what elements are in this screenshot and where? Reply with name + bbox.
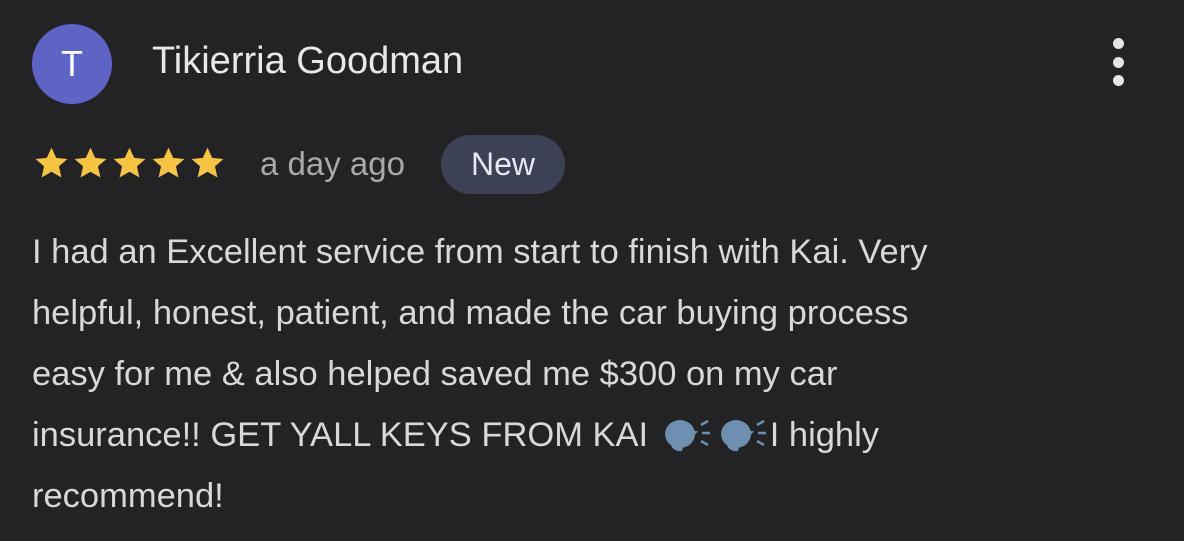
review-timestamp: a day ago xyxy=(260,145,405,182)
star-icon xyxy=(110,144,149,183)
review-text-line: helpful, honest, patient, and made the c… xyxy=(32,294,909,332)
review-text: I had an Excellent service from start to… xyxy=(32,222,1152,527)
reviewer-name[interactable]: Tikierria Goodman xyxy=(152,37,463,85)
review-card: T Tikierria Goodman a day ago New I had … xyxy=(0,0,1184,541)
star-icon xyxy=(32,144,71,183)
more-vert-icon xyxy=(1112,38,1124,49)
star-icon xyxy=(71,144,110,183)
avatar-letter: T xyxy=(61,43,83,84)
more-vert-icon-dot xyxy=(1112,75,1124,86)
speaking-head-emoji-icon xyxy=(716,414,770,454)
avatar[interactable]: T xyxy=(32,24,112,104)
review-text-fragment: insurance!! GET YALL KEYS FROM KAI xyxy=(32,416,658,454)
speaking-head-emoji-icon xyxy=(660,414,714,454)
more-options-button[interactable] xyxy=(1096,34,1140,90)
new-badge: New xyxy=(441,135,565,194)
review-text-line-4: insurance!! GET YALL KEYS FROM KAI I hig… xyxy=(32,405,1152,466)
star-rating xyxy=(32,142,227,184)
star-icon xyxy=(188,144,227,183)
more-vert-icon-dot xyxy=(1112,56,1124,68)
star-icon xyxy=(149,144,188,183)
review-text-line: easy for me & also helped saved me $300 … xyxy=(32,355,838,393)
review-text-line: I had an Excellent service from start to… xyxy=(32,233,928,271)
new-badge-label: New xyxy=(470,146,535,182)
review-text-fragment: I highly xyxy=(769,416,880,454)
review-text-line: recommend! xyxy=(32,477,224,515)
